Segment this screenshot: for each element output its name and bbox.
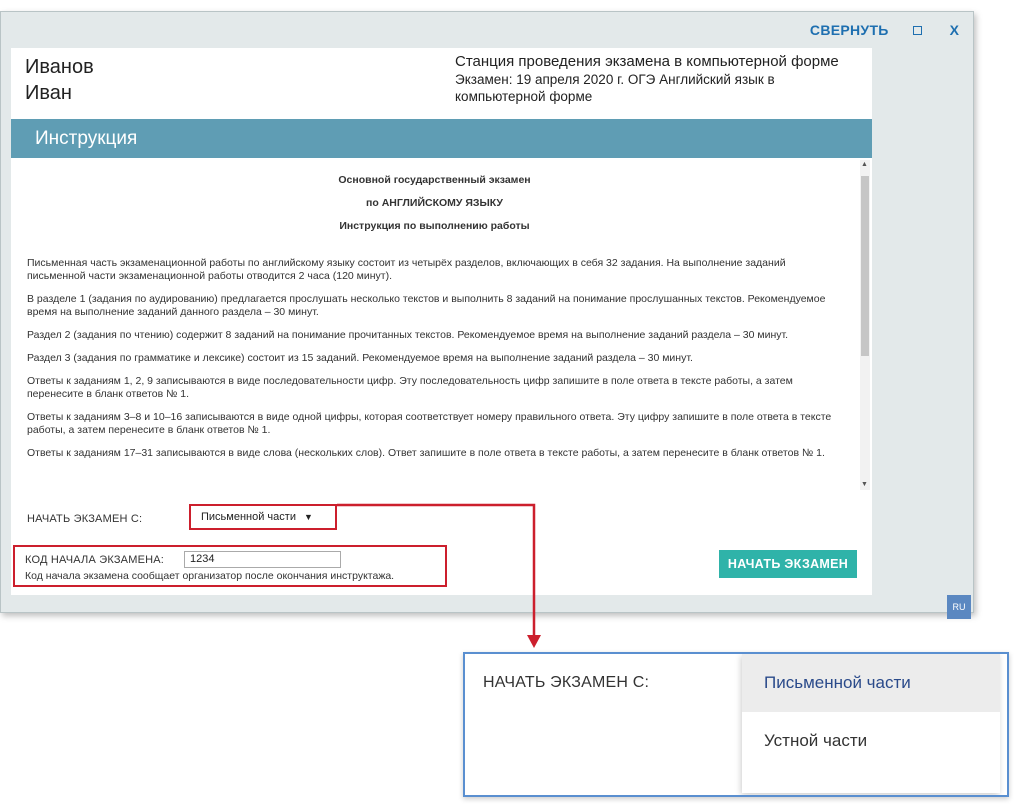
exam-station-window: СВЕРНУТЬ X Иванов Иван Станция проведени… (0, 11, 974, 619)
instruction-subtitle: Инструкция по выполнению работы (339, 220, 530, 232)
dropdown-arrow-icon: ▼ (303, 512, 313, 522)
instruction-paragraph: Ответы к заданиям 3–8 и 10–16 записывают… (27, 411, 832, 436)
option-written-part[interactable]: Письменной части (742, 654, 1000, 712)
instruction-text: Основной государственный экзамен по АНГЛ… (27, 158, 842, 460)
maximize-icon[interactable] (912, 25, 922, 35)
start-from-label: НАЧАТЬ ЭКЗАМЕН С: (27, 513, 143, 525)
callout-arrowhead-icon (527, 635, 541, 648)
exam-code-note: Код начала экзамена сообщает организатор… (25, 570, 395, 582)
instruction-area[interactable]: Основной государственный экзамен по АНГЛ… (11, 158, 872, 493)
exam-code-input[interactable]: 1234 (184, 551, 341, 568)
instruction-heading: Основной государственный экзамен (338, 174, 531, 186)
scrollbar-thumb[interactable] (861, 176, 869, 356)
exam-code-label: КОД НАЧАЛА ЭКЗАМЕНА: (25, 554, 165, 566)
station-info: Станция проведения экзамена в компьютерн… (455, 53, 839, 105)
zoom-start-label: НАЧАТЬ ЭКЗАМЕН С: (483, 674, 650, 691)
instruction-scrollbar[interactable]: ▲ ▼ (860, 160, 870, 490)
instruction-paragraph: Раздел 3 (задания по грамматике и лексик… (27, 352, 693, 364)
exam-code-section: КОД НАЧАЛА ЭКЗАМЕНА: 1234 Код начала экз… (13, 545, 447, 587)
zoomed-dropdown-panel: НАЧАТЬ ЭКЗАМЕН С: Письменной части Устно… (463, 652, 1009, 797)
instruction-paragraph: Письменная часть экзаменационной работы … (27, 257, 786, 282)
student-name: Иванов Иван (25, 54, 155, 106)
main-panel: Иванов Иван Станция проведения экзамена … (11, 48, 872, 595)
banner-title: Инструкция (35, 128, 138, 149)
student-first-name: Иван (25, 82, 72, 104)
exam-info: Экзамен: 19 апреля 2020 г. ОГЭ Английски… (455, 72, 775, 104)
instruction-banner: Инструкция (11, 119, 872, 158)
scroll-down-icon[interactable]: ▼ (861, 481, 868, 489)
start-from-options: Письменной части Устной части (742, 654, 1000, 793)
student-surname: Иванов (25, 56, 94, 78)
start-from-value: Письменной части (201, 511, 296, 523)
station-title: Станция проведения экзамена в компьютерн… (455, 53, 839, 70)
instruction-paragraph: Ответы к заданиям 17–31 записываются в в… (27, 447, 825, 459)
instruction-subject: по АНГЛИЙСКОМУ ЯЗЫКУ (366, 197, 503, 209)
instruction-paragraph: В разделе 1 (задания по аудированию) пре… (27, 293, 826, 318)
start-from-select[interactable]: Письменной части ▼ (189, 504, 337, 530)
scroll-up-icon[interactable]: ▲ (861, 161, 868, 169)
window-controls: СВЕРНУТЬ X (810, 12, 973, 48)
minimize-button[interactable]: СВЕРНУТЬ (810, 22, 889, 38)
instruction-paragraph: Раздел 2 (задания по чтению) содержит 8 … (27, 329, 789, 341)
instruction-paragraph: Ответы к заданиям 1, 2, 9 записываются в… (27, 375, 793, 400)
option-oral-part[interactable]: Устной части (742, 712, 1000, 770)
language-button[interactable]: RU (947, 595, 971, 619)
close-button[interactable]: X (950, 22, 959, 38)
start-exam-button[interactable]: НАЧАТЬ ЭКЗАМЕН (719, 550, 857, 578)
